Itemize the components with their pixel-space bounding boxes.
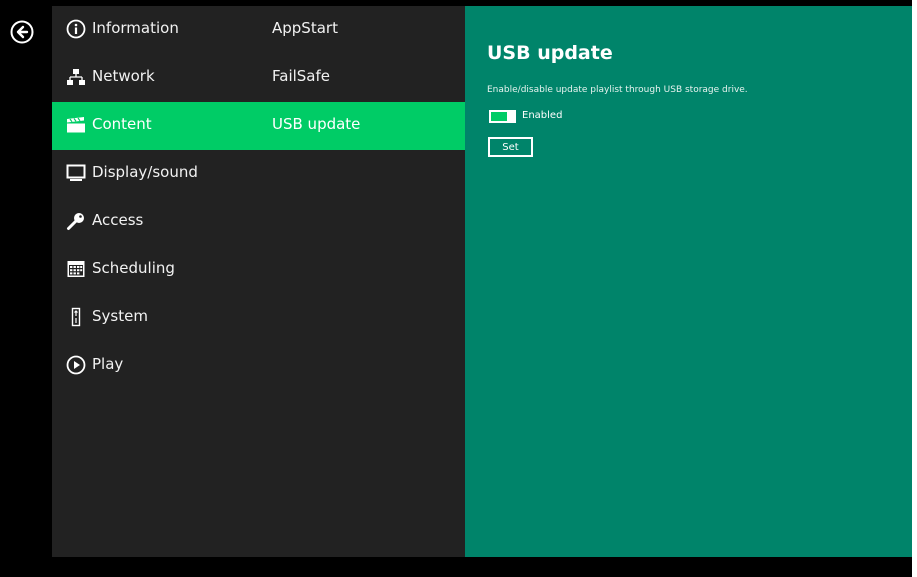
system-icon — [66, 307, 86, 327]
menu-item-label: Scheduling — [92, 259, 175, 277]
menu-item-play[interactable]: Play — [52, 342, 465, 390]
info-circle-icon — [66, 19, 86, 39]
toggle-label: Enabled — [522, 110, 563, 121]
menu-item-label: Play — [92, 355, 124, 373]
set-button[interactable]: Set — [488, 137, 533, 157]
menu-item-label: Content — [92, 115, 152, 133]
toggle-fill — [491, 112, 507, 121]
menu-item-network[interactable]: Network FailSafe — [52, 54, 465, 102]
menu-item-label: System — [92, 307, 148, 325]
key-icon — [66, 211, 86, 231]
enabled-toggle[interactable] — [489, 110, 516, 123]
menu-item-label: Display/sound — [92, 163, 198, 181]
settings-menu: Information AppStart Network FailSafe Co… — [52, 6, 465, 557]
submenu-item-appstart[interactable]: AppStart — [272, 19, 338, 37]
calendar-icon — [66, 259, 86, 279]
usb-update-panel: USB update Enable/disable update playlis… — [465, 6, 912, 557]
page-title: USB update — [487, 42, 613, 64]
menu-item-content[interactable]: Content USB update — [52, 102, 465, 150]
clapperboard-icon — [66, 115, 86, 135]
menu-item-access[interactable]: Access — [52, 198, 465, 246]
back-button[interactable] — [10, 20, 34, 44]
submenu-item-failsafe[interactable]: FailSafe — [272, 67, 330, 85]
submenu-item-usb-update[interactable]: USB update — [272, 115, 360, 133]
play-circle-icon — [66, 355, 86, 375]
menu-item-system[interactable]: System — [52, 294, 465, 342]
menu-item-label: Information — [92, 19, 179, 37]
network-icon — [66, 67, 86, 87]
arrow-left-circle-icon — [10, 20, 34, 44]
app-screen: Information AppStart Network FailSafe Co… — [0, 0, 912, 577]
menu-item-label: Network — [92, 67, 155, 85]
menu-item-information[interactable]: Information AppStart — [52, 6, 465, 54]
monitor-icon — [66, 163, 86, 183]
menu-item-label: Access — [92, 211, 144, 229]
menu-item-display-sound[interactable]: Display/sound — [52, 150, 465, 198]
panel-description: Enable/disable update playlist through U… — [487, 85, 748, 95]
menu-item-scheduling[interactable]: Scheduling — [52, 246, 465, 294]
